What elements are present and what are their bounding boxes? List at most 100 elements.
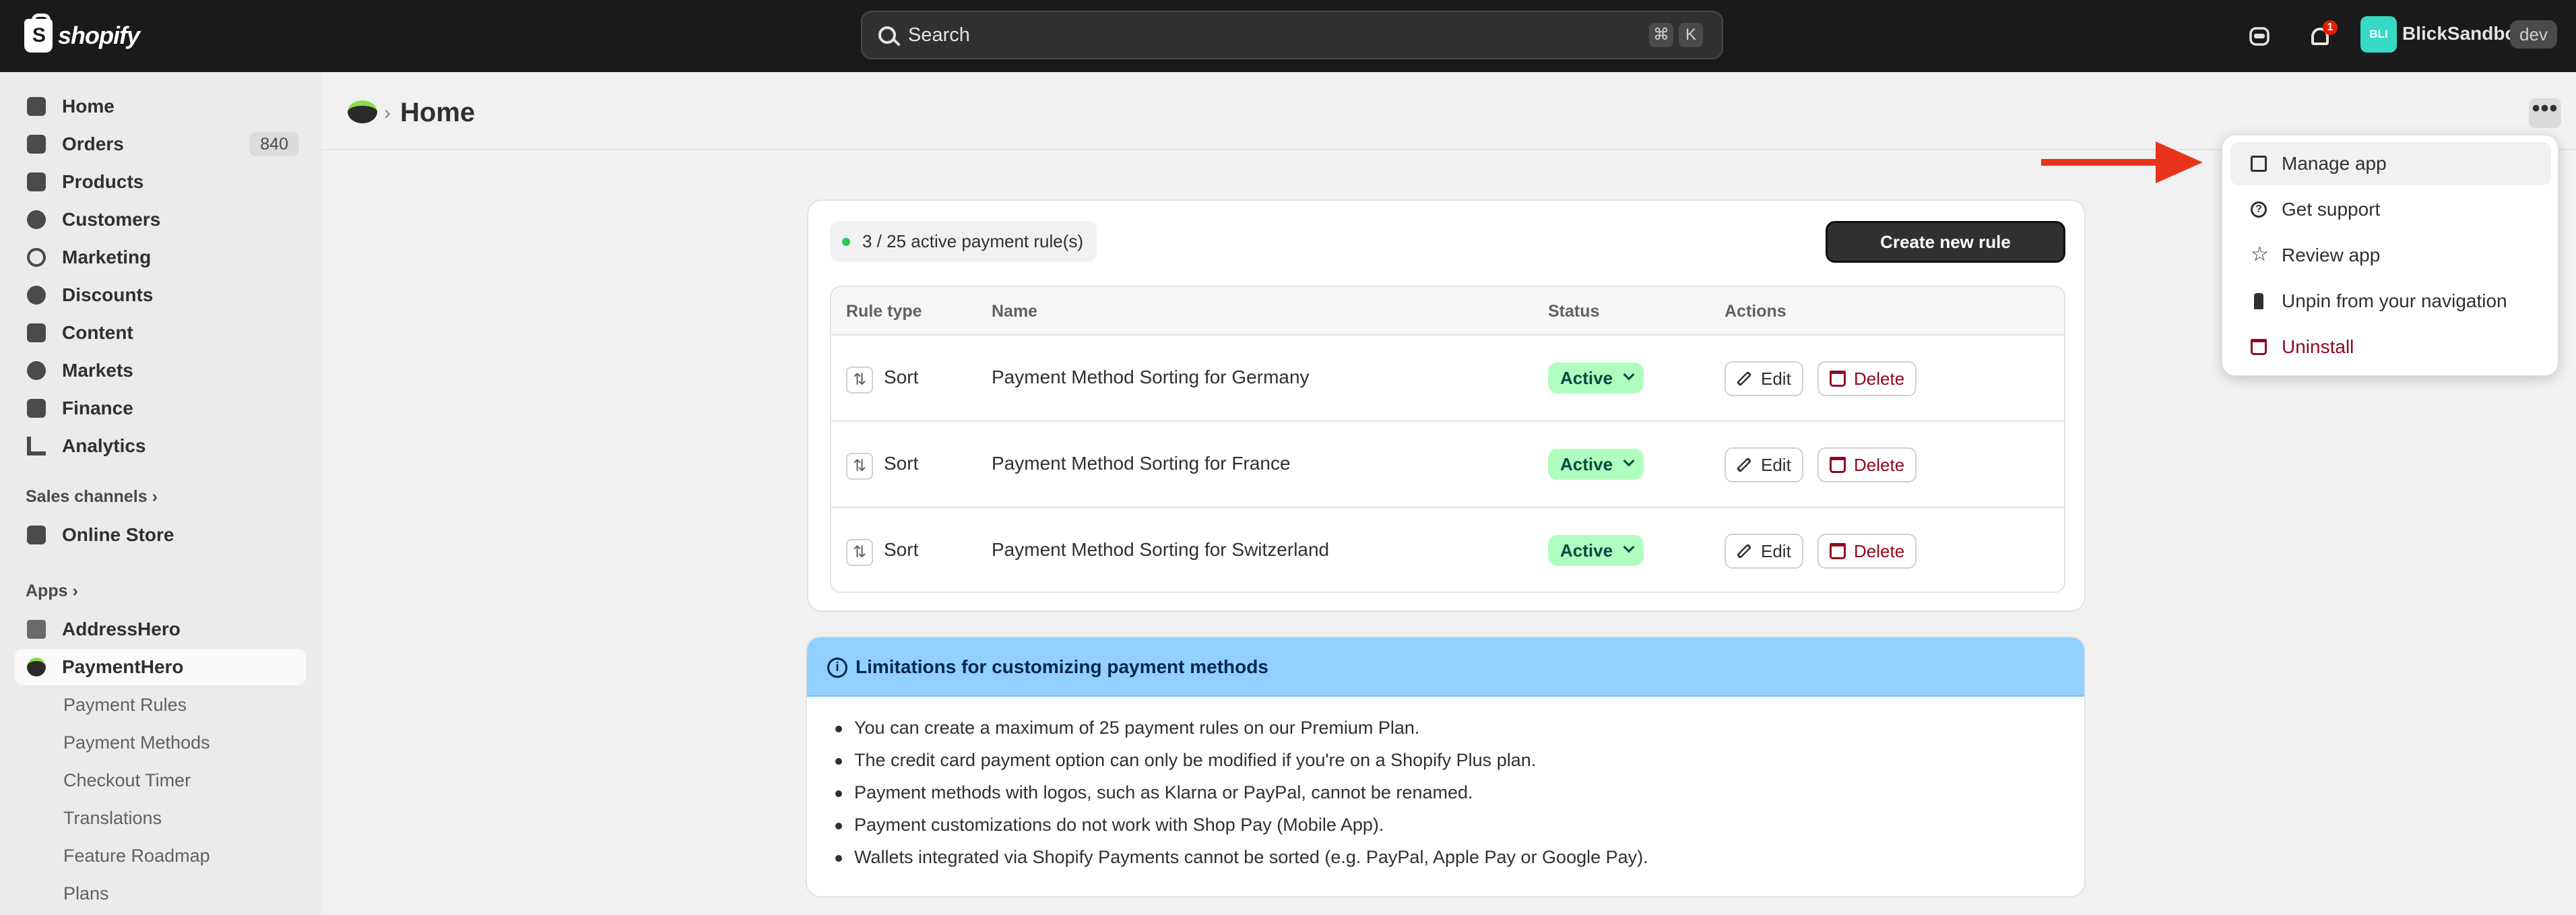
status-dropdown[interactable]: Active	[1548, 362, 1644, 393]
shopify-logo[interactable]: shopify	[24, 13, 140, 54]
sidebar-item-marketing[interactable]: Marketing	[15, 239, 306, 276]
home-icon	[27, 97, 46, 116]
sidebar-item-analytics[interactable]: Analytics	[15, 428, 306, 464]
delete-button[interactable]: Delete	[1817, 361, 1917, 396]
sidebar-item-customers[interactable]: Customers	[15, 201, 306, 238]
banner-title: Limitations for customizing payment meth…	[856, 656, 1268, 677]
sidebar-item-markets[interactable]: Markets	[15, 352, 306, 389]
sidebar-item-products[interactable]: Products	[15, 164, 306, 200]
help-icon: ?	[2251, 201, 2267, 218]
delete-label: Delete	[1854, 541, 1905, 561]
sidebar-item-discounts[interactable]: Discounts	[15, 277, 306, 313]
sales-channels-heading[interactable]: Sales channels ›	[26, 487, 158, 507]
content-icon	[27, 323, 46, 342]
sidebar-subitem-payment-rules[interactable]: Payment Rules	[63, 695, 187, 716]
sidebar-item-addresshero[interactable]: AddressHero	[15, 611, 306, 648]
list-item: The credit card payment option can only …	[835, 744, 1648, 776]
sidebar-item-label: Analytics	[62, 435, 146, 456]
menu-item-label: Manage app	[2282, 153, 2387, 174]
breadcrumb-separator: ›	[384, 102, 391, 124]
sort-icon: ⇅	[846, 367, 873, 393]
sidebar-item-home[interactable]: Home	[15, 88, 306, 125]
notification-badge: 1	[2323, 20, 2338, 35]
sidebar-item-finance[interactable]: Finance	[15, 390, 306, 427]
sidekick-button[interactable]	[2242, 19, 2277, 54]
chevron-right-icon: ›	[72, 581, 78, 600]
menu-item-label: Unpin from your navigation	[2282, 290, 2507, 311]
store-name[interactable]: BlickSandbox	[2402, 23, 2527, 44]
edit-label: Edit	[1761, 369, 1791, 389]
chevron-down-icon	[1623, 541, 1635, 553]
rule-name[interactable]: Payment Method Sorting for Switzerland	[992, 539, 1329, 561]
sidebar-item-label: Markets	[62, 360, 133, 381]
chevron-down-icon	[1623, 369, 1635, 381]
search-placeholder: Search	[908, 24, 970, 46]
status-dropdown[interactable]: Active	[1548, 535, 1644, 566]
page-title: Home	[400, 98, 476, 127]
apps-heading[interactable]: Apps ›	[26, 581, 78, 601]
delete-button[interactable]: Delete	[1817, 447, 1917, 482]
delete-label: Delete	[1854, 455, 1905, 475]
sidekick-icon	[2249, 27, 2269, 46]
sidebar-subitem-payment-methods[interactable]: Payment Methods	[63, 732, 210, 753]
sidebar-item-label: Customers	[62, 209, 161, 230]
orders-count-badge: 840	[249, 132, 299, 156]
sidebar-item-orders[interactable]: Orders 840	[15, 126, 306, 162]
create-rule-button[interactable]: Create new rule	[1826, 221, 2065, 263]
status-label: Active	[1560, 368, 1613, 388]
edit-button[interactable]: Edit	[1725, 534, 1803, 569]
info-icon: i	[827, 658, 847, 678]
more-actions-button[interactable]: •••	[2529, 97, 2561, 128]
trash-icon	[1830, 457, 1846, 473]
edit-label: Edit	[1761, 541, 1791, 561]
edit-label: Edit	[1761, 455, 1791, 475]
chevron-right-icon: ›	[152, 487, 158, 506]
menu-item-unpin[interactable]: Unpin from your navigation	[2230, 280, 2551, 323]
rule-name[interactable]: Payment Method Sorting for Germany	[992, 367, 1310, 388]
active-rules-summary: 3 / 25 active payment rule(s)	[830, 221, 1097, 261]
sidebar-item-paymenthero[interactable]: PaymentHero	[15, 649, 306, 685]
sales-channels-label: Sales channels	[26, 487, 148, 506]
pencil-icon	[1736, 371, 1752, 387]
red-arrow-annotation	[2041, 141, 2203, 183]
pin-icon	[2254, 293, 2263, 309]
sort-icon: ⇅	[846, 539, 873, 566]
sidebar-item-online-store[interactable]: Online Store	[15, 517, 306, 553]
menu-item-manage-app[interactable]: Manage app	[2230, 142, 2551, 185]
sidebar-item-label: AddressHero	[62, 619, 181, 639]
menu-item-label: Uninstall	[2282, 336, 2354, 357]
edit-button[interactable]: Edit	[1725, 361, 1803, 396]
rule-type: Sort	[884, 367, 919, 387]
table-row: ⇅ Sort Payment Method Sorting for German…	[831, 336, 2064, 422]
k-key: K	[1679, 23, 1703, 47]
rules-table: Rule type Name Status Actions ⇅ Sort Pay…	[830, 286, 2065, 593]
paymenthero-logo-icon	[348, 100, 377, 123]
column-actions: Actions	[1725, 302, 1786, 321]
rule-name[interactable]: Payment Method Sorting for France	[992, 453, 1291, 474]
notifications-button[interactable]: 1	[2303, 19, 2338, 54]
sidebar-subitem-feature-roadmap[interactable]: Feature Roadmap	[63, 846, 210, 866]
sidebar-item-label: PaymentHero	[62, 656, 184, 677]
sidebar-subitem-plans[interactable]: Plans	[63, 883, 109, 904]
sidebar-item-content[interactable]: Content	[15, 315, 306, 351]
delete-label: Delete	[1854, 369, 1905, 389]
delete-button[interactable]: Delete	[1817, 534, 1917, 569]
table-header: Rule type Name Status Actions	[831, 287, 2064, 336]
sidebar-item-label: Orders	[62, 133, 124, 154]
menu-item-uninstall[interactable]: Uninstall	[2230, 325, 2551, 369]
status-label: Active	[1560, 454, 1613, 474]
search-input[interactable]: Search ⌘ K	[861, 11, 1723, 59]
avatar[interactable]: BLI	[2360, 16, 2397, 53]
menu-item-label: Get support	[2282, 199, 2381, 220]
trash-icon	[2251, 339, 2267, 355]
menu-item-review-app[interactable]: ☆ Review app	[2230, 234, 2551, 277]
more-actions-menu: Manage app ? Get support ☆ Review app Un…	[2222, 135, 2558, 376]
edit-button[interactable]: Edit	[1725, 447, 1803, 482]
sidebar-item-label: Content	[62, 322, 133, 343]
status-dropdown[interactable]: Active	[1548, 449, 1644, 480]
list-item: You can create a maximum of 25 payment r…	[835, 712, 1648, 744]
sidebar-subitem-checkout-timer[interactable]: Checkout Timer	[63, 770, 191, 791]
menu-item-get-support[interactable]: ? Get support	[2230, 188, 2551, 231]
apps-label: Apps	[26, 581, 68, 600]
sidebar-subitem-translations[interactable]: Translations	[63, 808, 162, 829]
